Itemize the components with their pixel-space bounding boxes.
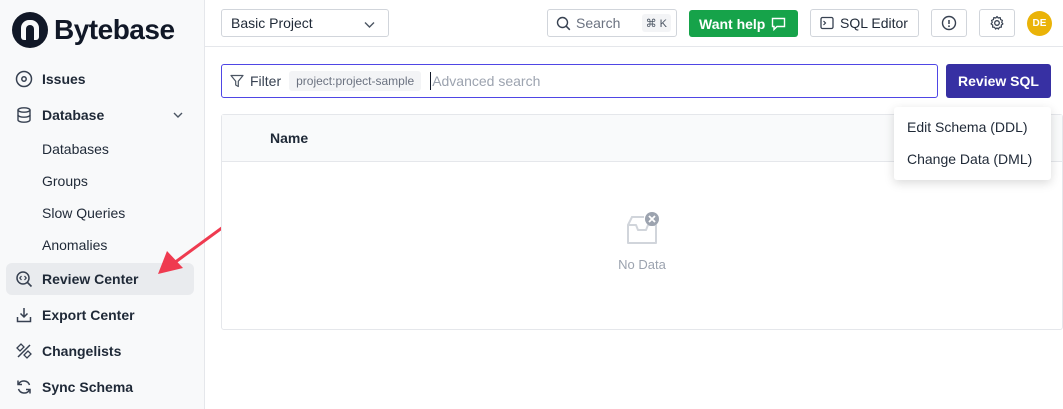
empty-state: No Data	[222, 211, 1062, 272]
sidebar-item-export-center[interactable]: Export Center	[6, 299, 194, 331]
project-select-value: Basic Project	[231, 15, 313, 31]
filter-placeholder: Advanced search	[432, 73, 541, 89]
top-header: Basic Project Search ⌘ K Want help SQL E…	[205, 0, 1063, 47]
text-cursor	[430, 72, 432, 90]
sql-editor-label: SQL Editor	[840, 15, 908, 31]
sidebar: Bytebase Issues Database Databases Group…	[0, 0, 205, 409]
search-shortcut-badge: ⌘ K	[641, 14, 671, 32]
sidebar-item-database[interactable]: Database	[6, 99, 194, 131]
sidebar-subitem-groups[interactable]: Groups	[42, 173, 88, 189]
bytebase-logo[interactable]: Bytebase	[12, 12, 175, 48]
info-icon	[941, 15, 957, 31]
download-icon	[14, 305, 34, 325]
settings-button[interactable]	[979, 9, 1015, 37]
search-filter-input[interactable]: Filter project:project-sample Advanced s…	[221, 64, 938, 98]
review-center-icon	[14, 269, 34, 289]
terminal-icon	[820, 16, 834, 30]
sidebar-item-issues[interactable]: Issues	[6, 63, 194, 95]
chevron-down-icon	[363, 18, 376, 34]
filter-tag[interactable]: project:project-sample	[289, 71, 422, 91]
chevron-down-icon[interactable]	[172, 108, 184, 126]
menu-item-edit-schema[interactable]: Edit Schema (DDL)	[894, 111, 1051, 143]
sidebar-item-label: Issues	[42, 71, 86, 87]
sql-editor-button[interactable]: SQL Editor	[810, 9, 919, 37]
sidebar-item-label: Export Center	[42, 307, 135, 323]
search-icon	[556, 16, 571, 31]
user-avatar[interactable]: DE	[1027, 11, 1052, 36]
sidebar-subitem-anomalies[interactable]: Anomalies	[42, 237, 107, 253]
gear-icon	[989, 15, 1005, 31]
want-help-button[interactable]: Want help	[689, 10, 798, 37]
info-button[interactable]	[931, 9, 967, 37]
column-header-name: Name	[270, 130, 309, 146]
sidebar-item-label: Database	[42, 107, 105, 123]
sidebar-item-label: Review Center	[42, 271, 139, 287]
empty-inbox-icon	[622, 211, 662, 249]
changelists-icon	[14, 341, 34, 361]
filter-label: Filter	[250, 73, 282, 89]
global-search[interactable]: Search ⌘ K	[547, 9, 677, 37]
sidebar-subitem-slow-queries[interactable]: Slow Queries	[42, 205, 125, 221]
menu-item-change-data[interactable]: Change Data (DML)	[894, 143, 1051, 175]
want-help-label: Want help	[699, 15, 766, 32]
empty-text: No Data	[618, 257, 666, 272]
search-placeholder: Search	[576, 15, 621, 31]
review-sql-button[interactable]: Review SQL	[946, 64, 1051, 98]
sidebar-item-label: Changelists	[42, 343, 122, 359]
sidebar-subitem-databases[interactable]: Databases	[42, 141, 109, 157]
sidebar-item-sync-schema[interactable]: Sync Schema	[6, 371, 194, 403]
review-sql-menu: Edit Schema (DDL) Change Data (DML)	[894, 107, 1051, 180]
sidebar-item-label: Sync Schema	[42, 379, 134, 395]
filter-icon	[230, 74, 244, 88]
app-name: Bytebase	[54, 14, 175, 45]
database-icon	[14, 105, 34, 125]
project-select[interactable]: Basic Project	[221, 9, 389, 37]
bytebase-logo-icon	[12, 12, 48, 48]
issues-icon	[14, 69, 34, 89]
chat-icon	[771, 17, 786, 31]
sidebar-item-changelists[interactable]: Changelists	[6, 335, 194, 367]
refresh-icon	[14, 377, 34, 397]
